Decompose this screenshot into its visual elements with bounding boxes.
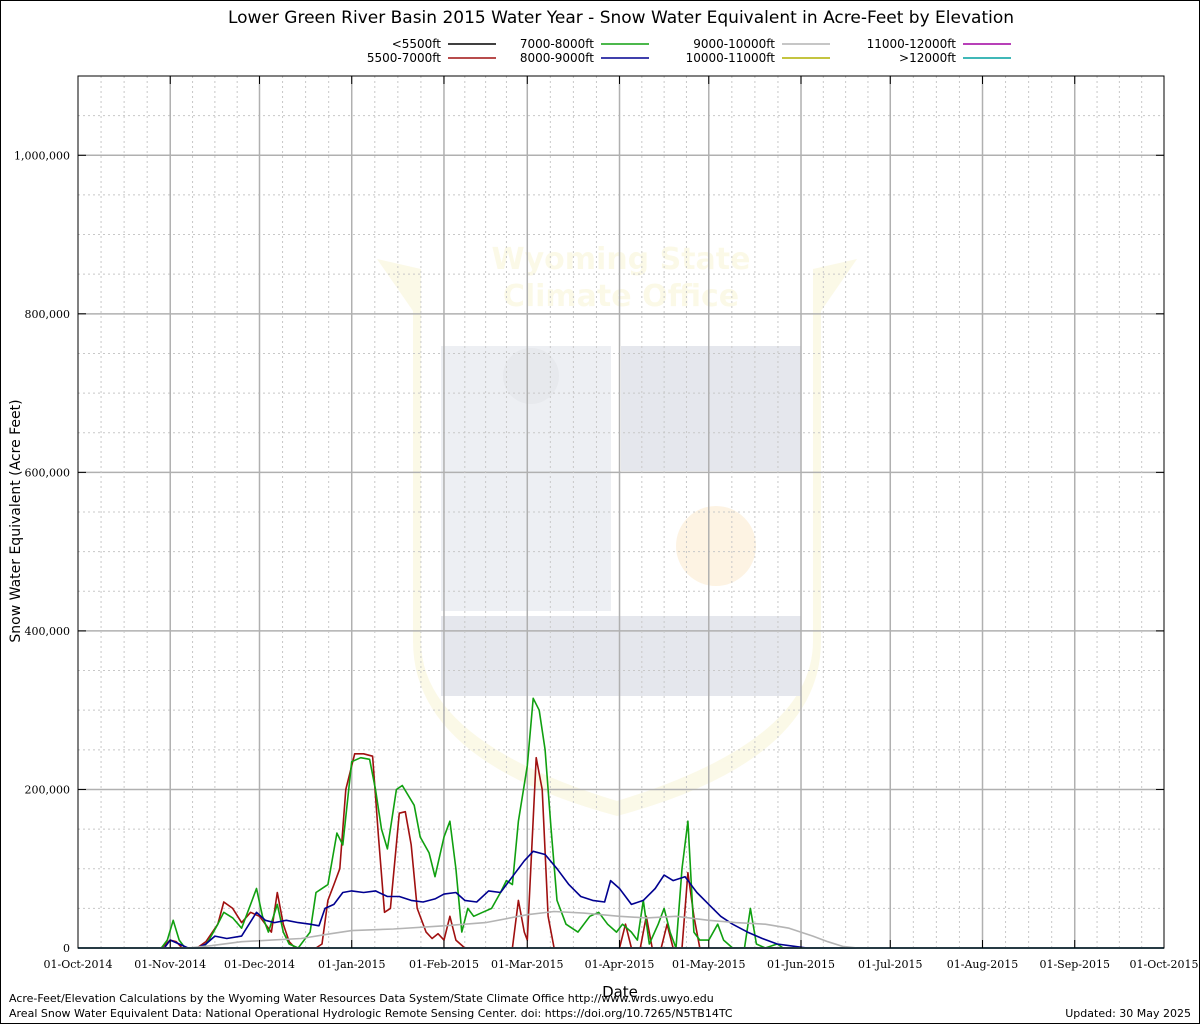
footer-credit-line2: Areal Snow Water Equivalent Data: Nation…	[9, 1007, 733, 1020]
legend-label: 11000-12000ft	[867, 37, 957, 51]
x-axis-ticks: 01-Oct-2014 01-Nov-2014 01-Dec-2014 01-Jan-…	[43, 76, 1199, 971]
chart-frame: Wyoming State Climate Office 0 200,000 400…	[0, 0, 1200, 1024]
wyoming-flag-icon	[621, 346, 801, 471]
y-tick-label: 0	[63, 942, 70, 955]
x-tick-label: 01-Jun-2015	[767, 958, 835, 971]
grid-lines	[78, 76, 1164, 948]
watermark-logo: Wyoming State Climate Office	[377, 242, 857, 816]
y-tick-label: 800,000	[25, 308, 71, 321]
legend-label: 10000-11000ft	[686, 51, 776, 65]
x-tick-label: 01-Aug-2015	[947, 958, 1019, 971]
series-line-1	[78, 753, 1164, 949]
legend-label: >12000ft	[899, 51, 956, 65]
y-axis-label: Snow Water Equivalent (Acre Feet)	[8, 399, 24, 642]
series-line-3	[78, 850, 1164, 949]
legend-label: 5500-7000ft	[367, 51, 441, 65]
x-tick-label: 01-Oct-2015	[1129, 958, 1198, 971]
y-tick-label: 600,000	[25, 466, 71, 479]
plot-area-border	[77, 75, 1165, 949]
shield-stars-band	[441, 616, 801, 696]
sun-icon	[676, 506, 756, 586]
watermark-text-line1: Wyoming State	[492, 242, 751, 277]
x-tick-label: 01-Jan-2015	[318, 958, 385, 971]
watermark-text-line2: Climate Office	[503, 279, 739, 314]
chart-title: Lower Green River Basin 2015 Water Year …	[228, 8, 1014, 28]
x-tick-label: 01-Feb-2015	[409, 958, 479, 971]
legend-label: 9000-10000ft	[693, 37, 775, 51]
x-tick-label: 01-Mar-2015	[491, 958, 564, 971]
x-tick-label: 01-Nov-2014	[134, 958, 206, 971]
chart-svg: Wyoming State Climate Office 0 200,000 400…	[8, 8, 1199, 1020]
y-tick-label: 1,000,000	[14, 149, 70, 162]
x-tick-label: 01-Dec-2014	[224, 958, 295, 971]
updated-date: Updated: 30 May 2025	[1065, 1007, 1191, 1020]
x-tick-label: 01-Sep-2015	[1039, 958, 1110, 971]
series-line-2	[78, 697, 1164, 949]
legend: <5500ft5500-7000ft 7000-8000ft8000-9000ft…	[367, 37, 1011, 65]
y-tick-label: 200,000	[25, 783, 71, 796]
series-lines	[78, 697, 1164, 949]
legend-label: 8000-9000ft	[520, 51, 594, 65]
legend-label: 7000-8000ft	[520, 37, 594, 51]
x-tick-label: 01-May-2015	[672, 958, 745, 971]
legend-label: <5500ft	[392, 37, 442, 51]
x-tick-label: 01-Oct-2014	[43, 958, 112, 971]
x-tick-label: 01-Jul-2015	[858, 958, 922, 971]
x-tick-label: 01-Apr-2015	[585, 958, 655, 971]
footer-credit-line1: Acre-Feet/Elevation Calculations by the …	[9, 992, 714, 1005]
y-tick-label: 400,000	[25, 625, 71, 638]
